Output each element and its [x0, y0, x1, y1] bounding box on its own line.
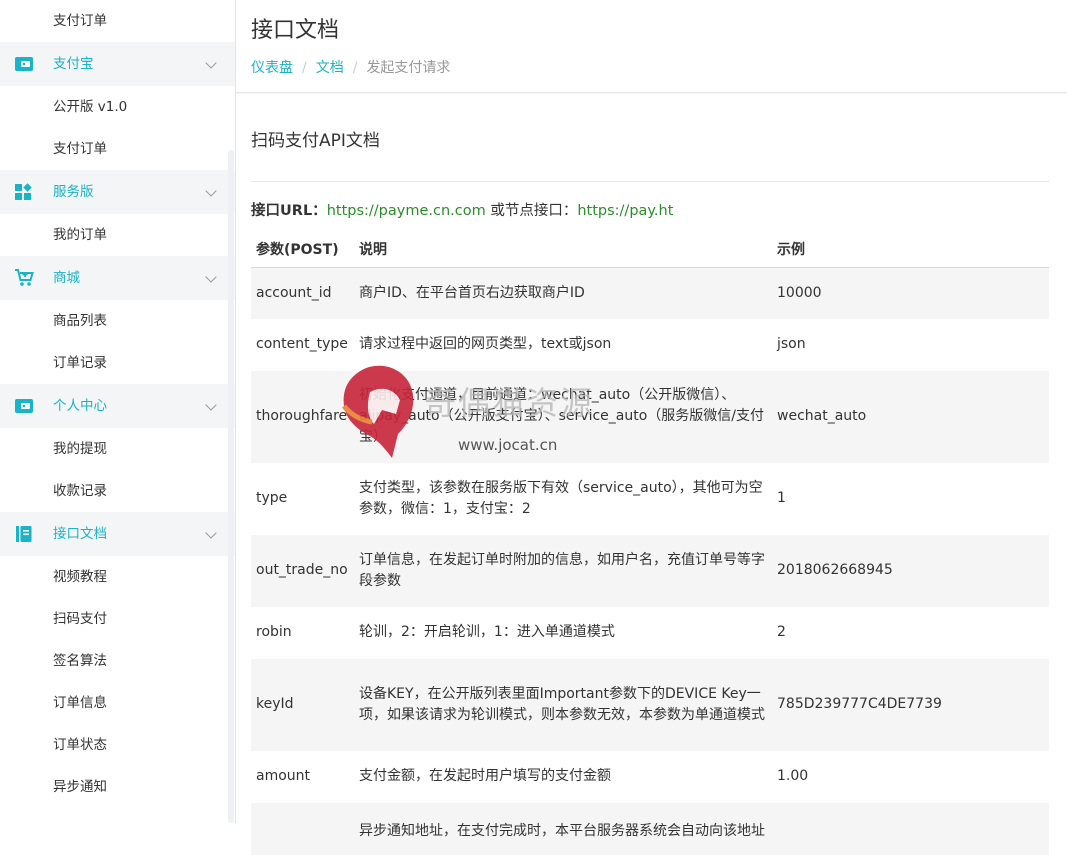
column-header-param: 参数(POST)	[251, 231, 354, 268]
sidebar-group-label: 支付宝	[53, 56, 94, 72]
param-name: robin	[256, 624, 292, 640]
sidebar-item-payment-orders[interactable]: 支付订单	[0, 128, 235, 170]
column-header-desc: 说明	[354, 231, 772, 268]
param-desc: 设备KEY，在公开版列表里面Important参数下的DEVICE Key一项，…	[354, 658, 772, 751]
param-name: amount	[256, 768, 311, 784]
divider	[251, 181, 1049, 182]
sidebar-item-product-list[interactable]: 商品列表	[0, 300, 235, 342]
chevron-down-icon	[205, 399, 217, 411]
breadcrumb-separator: /	[302, 60, 307, 76]
cart-icon	[15, 269, 34, 286]
sidebar-item-signature[interactable]: 签名算法	[0, 640, 235, 682]
param-name: account_id	[251, 267, 354, 319]
param-example: 2018062668945	[772, 534, 1049, 607]
sidebar-item-order-info[interactable]: 订单信息	[0, 682, 235, 724]
sidebar-item-async-notify[interactable]: 异步通知	[0, 766, 235, 808]
param-name	[251, 802, 354, 855]
param-example: 10000	[772, 267, 1049, 319]
chevron-down-icon	[205, 271, 217, 283]
table-row: amount 支付金额，在发起时用户填写的支付金额 1.00	[251, 751, 1049, 803]
breadcrumb-current: 发起支付请求	[366, 60, 451, 76]
api-url-value: https://payme.cn.com	[326, 203, 486, 219]
chevron-down-icon	[205, 185, 217, 197]
param-example: 2	[777, 624, 786, 640]
sidebar-group-label: 接口文档	[53, 526, 107, 542]
sidebar-group-mall[interactable]: 商城	[0, 256, 235, 300]
sidebar-group-label: 商城	[53, 270, 80, 286]
sidebar-group-service[interactable]: 服务版	[0, 170, 235, 214]
sidebar: 支付订单 支付宝 公开版 v1.0 支付订单 服务版 我的订单 商城 商品列表 …	[0, 0, 236, 823]
param-name: out_trade_no	[251, 534, 354, 607]
param-name: type	[256, 490, 288, 506]
sidebar-group-personal-center[interactable]: 个人中心	[0, 384, 235, 428]
param-desc: 订单信息，在发起订单时附加的信息，如用户名，充值订单号等字段参数	[354, 534, 772, 607]
sidebar-group-api-docs[interactable]: 接口文档	[0, 512, 235, 556]
table-row: out_trade_no 订单信息，在发起订单时附加的信息，如用户名，充值订单号…	[251, 534, 1049, 607]
table-row: account_id 商户ID、在平台首页右边获取商户ID 10000	[251, 267, 1049, 319]
sidebar-item-my-orders[interactable]: 我的订单	[0, 214, 235, 256]
param-desc: 初始化支付通道，目前通道：wechat_auto（公开版微信）、alipay_a…	[354, 370, 772, 463]
column-header-example: 示例	[772, 231, 1049, 268]
param-name: thoroughfare	[251, 370, 354, 463]
apps-icon	[15, 183, 32, 200]
sidebar-item-my-withdrawals[interactable]: 我的提现	[0, 428, 235, 470]
param-desc: 支付金额，在发起时用户填写的支付金额	[359, 768, 611, 784]
section-title: 扫码支付API文档	[251, 131, 380, 151]
param-desc: 请求过程中返回的网页类型，text或json	[359, 336, 612, 352]
param-example: json	[777, 336, 806, 352]
sidebar-item-video-tutorial[interactable]: 视频教程	[0, 556, 235, 598]
doc-panel: 扫码支付API文档 接口URL：https://payme.cn.com 或节点…	[236, 94, 1067, 855]
param-example: 1	[777, 490, 786, 506]
wallet-icon	[15, 399, 33, 413]
param-desc: 异步通知地址，在支付完成时，本平台服务器系统会自动向该地址	[354, 802, 772, 855]
table-row: type 支付类型，该参数在服务版下有效（service_auto），其他可为空…	[251, 463, 1049, 535]
chevron-down-icon	[205, 527, 217, 539]
sidebar-group-label: 服务版	[53, 184, 94, 200]
main-area: 接口文档 仪表盘 / 文档 / 发起支付请求 扫码支付API文档 接口URL：https…	[236, 0, 1067, 855]
table-row: 异步通知地址，在支付完成时，本平台服务器系统会自动向该地址	[251, 802, 1049, 855]
node-url-value: https://pay.ht	[577, 203, 674, 219]
param-desc: 支付类型，该参数在服务版下有效（service_auto），其他可为空参数，微信…	[359, 479, 763, 517]
sidebar-item-order-records[interactable]: 订单记录	[0, 342, 235, 384]
param-example: 1.00	[777, 768, 809, 784]
params-table: 参数(POST) 说明 示例 account_id 商户ID、在平台首页右边获取…	[251, 231, 1049, 855]
page-header: 接口文档 仪表盘 / 文档 / 发起支付请求	[236, 0, 1067, 93]
param-example	[772, 802, 1049, 855]
table-row: keyId 设备KEY，在公开版列表里面Important参数下的DEVICE …	[251, 658, 1049, 751]
sidebar-item-public-version[interactable]: 公开版 v1.0	[0, 86, 235, 128]
breadcrumb-dashboard[interactable]: 仪表盘	[251, 60, 293, 76]
table-row: thoroughfare 初始化支付通道，目前通道：wechat_auto（公开…	[251, 370, 1049, 463]
param-desc: 商户ID、在平台首页右边获取商户ID	[354, 267, 772, 319]
sidebar-group-label: 个人中心	[53, 398, 107, 414]
table-row: robin 轮训，2：开启轮训，1：进入单通道模式 2	[251, 607, 1049, 659]
table-header-row: 参数(POST) 说明 示例	[251, 231, 1049, 268]
param-desc: 轮训，2：开启轮训，1：进入单通道模式	[359, 624, 615, 640]
document-icon	[16, 526, 32, 542]
api-url-line: 接口URL：https://payme.cn.com 或节点接口：https:/…	[251, 199, 673, 220]
breadcrumb-separator: /	[352, 60, 358, 76]
sidebar-group-alipay[interactable]: 支付宝	[0, 42, 235, 86]
node-label: 或节点接口：	[485, 203, 578, 219]
sidebar-scrollbar[interactable]	[228, 150, 234, 823]
param-name: content_type	[256, 336, 348, 352]
wallet-icon	[15, 57, 33, 71]
sidebar-item-receipt-records[interactable]: 收款记录	[0, 470, 235, 512]
sidebar-item-scan-pay[interactable]: 扫码支付	[0, 598, 235, 640]
table-row: content_type 请求过程中返回的网页类型，text或json json	[251, 319, 1049, 371]
breadcrumb: 仪表盘 / 文档 / 发起支付请求	[251, 57, 450, 77]
param-name: keyId	[251, 658, 354, 751]
breadcrumb-docs[interactable]: 文档	[316, 60, 344, 76]
param-example: 785D239777C4DE7739	[772, 658, 1049, 751]
param-example: wechat_auto	[772, 370, 1049, 463]
sidebar-item-order-status[interactable]: 订单状态	[0, 724, 235, 766]
api-url-label: 接口URL：	[251, 203, 327, 219]
sidebar-item-payment-orders[interactable]: 支付订单	[0, 0, 235, 42]
page-title: 接口文档	[251, 18, 340, 43]
chevron-down-icon	[205, 57, 217, 69]
